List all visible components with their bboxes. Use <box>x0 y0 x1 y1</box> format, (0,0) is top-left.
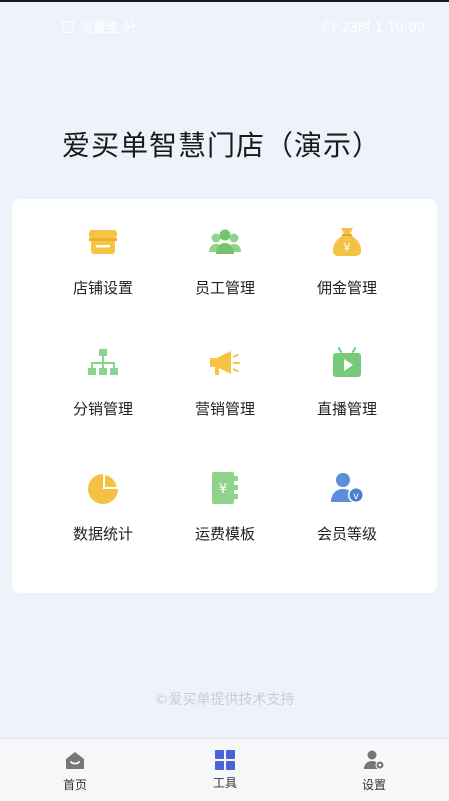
user-settings-icon <box>364 750 385 770</box>
top-border <box>0 0 449 2</box>
tool-label: 分销管理 <box>72 400 133 418</box>
staff-icon <box>209 229 241 254</box>
tab-settings[interactable]: 设置 <box>329 739 419 801</box>
svg-text:v: v <box>353 491 359 502</box>
bottom-tab-bar: 首页 工具 设置 <box>0 738 449 801</box>
tool-label: 店铺设置 <box>72 279 133 297</box>
alarm-clock-icon <box>323 20 336 33</box>
megaphone-icon <box>210 351 240 375</box>
grid-icon <box>215 750 235 770</box>
tab-label: 首页 <box>62 778 87 792</box>
tool-data-statistics[interactable]: 数据统计 <box>48 445 158 543</box>
pie-chart-icon <box>88 474 118 504</box>
status-right-text: 23时 1 10:00 <box>341 21 425 36</box>
tool-label: 会员等级 <box>316 525 377 543</box>
tool-label: 佣金管理 <box>316 279 377 297</box>
tool-live-management[interactable]: 直播管理 <box>292 320 402 418</box>
tv-play-icon <box>333 346 361 377</box>
tool-commission-management[interactable]: ¥ 佣金管理 <box>292 199 402 297</box>
status-left: 流量宝 分 <box>62 17 136 36</box>
svg-text:¥: ¥ <box>219 482 227 497</box>
tab-home[interactable]: 首页 <box>30 739 120 801</box>
tool-label: 营销管理 <box>194 400 255 418</box>
svg-text:¥: ¥ <box>344 241 351 254</box>
tool-marketing-management[interactable]: 营销管理 <box>170 320 280 418</box>
tools-panel: 店铺设置 员工管理 ¥ 佣金管理 分销管理 营销管理 直播管理 数据统计 ¥ 运… <box>12 199 437 593</box>
tab-label: 工具 <box>212 776 237 790</box>
hierarchy-icon <box>88 349 118 375</box>
tab-tools[interactable]: 工具 <box>180 739 270 801</box>
tool-shipping-template[interactable]: ¥ 运费模板 <box>170 445 280 543</box>
tool-label: 运费模板 <box>194 525 255 543</box>
status-left-text: 流量宝 分 <box>80 21 137 36</box>
tool-staff-management[interactable]: 员工管理 <box>170 199 280 297</box>
tool-label: 员工管理 <box>194 279 255 297</box>
home-icon <box>66 752 84 769</box>
status-bar: 流量宝 分 23时 1 10:00 <box>0 14 449 38</box>
app-notification-icon <box>62 20 74 33</box>
status-right: 23时 1 10:00 <box>323 17 425 36</box>
tool-member-level[interactable]: v 会员等级 <box>292 445 402 543</box>
store-icon <box>89 230 117 254</box>
tool-label: 数据统计 <box>72 525 133 543</box>
tool-store-settings[interactable]: 店铺设置 <box>48 199 158 297</box>
tab-label: 设置 <box>361 778 386 792</box>
member-vip-icon: v <box>331 473 364 503</box>
tool-label: 直播管理 <box>316 400 377 418</box>
page-title: 爱买单智慧门店（演示） <box>62 129 382 162</box>
tech-support-footer: ©爱买单提供技术支持 <box>154 692 295 708</box>
money-bag-icon: ¥ <box>333 228 361 256</box>
yen-notebook-icon: ¥ <box>212 472 238 504</box>
tool-distribution-management[interactable]: 分销管理 <box>48 320 158 418</box>
